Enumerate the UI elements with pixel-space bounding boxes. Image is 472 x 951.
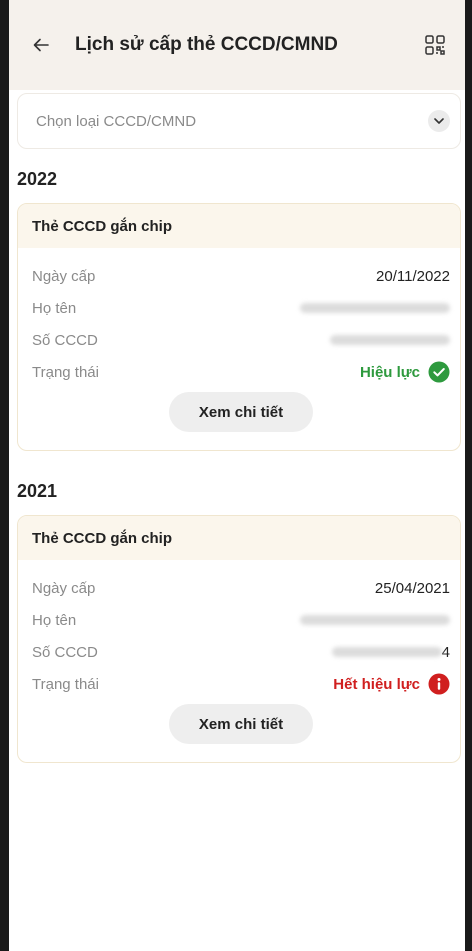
status-text: Hết hiệu lực (333, 675, 420, 693)
app-header: Lịch sử cấp thẻ CCCD/CMND (9, 0, 465, 90)
id-card-item: Thẻ CCCD gắn chip Ngày cấp 25/04/2021 Họ… (17, 515, 461, 763)
info-row: Số CCCD (32, 324, 450, 356)
info-row: Trạng thái Hiệu lực (32, 356, 450, 388)
select-placeholder: Chọn loại CCCD/CMND (36, 112, 197, 130)
main-content: Chọn loại CCCD/CMND 2022 Thẻ CCCD gắn ch… (9, 93, 465, 763)
id-number-visible-digit: 4 (441, 643, 450, 661)
card-title: Thẻ CCCD gắn chip (18, 516, 460, 560)
page-title: Lịch sử cấp thẻ CCCD/CMND (75, 34, 338, 55)
status-label: Trạng thái (32, 675, 99, 693)
id-number-redacted (331, 647, 442, 657)
year-heading: 2022 (17, 169, 58, 189)
card-body: Ngày cấp 20/11/2022 Họ tên Số CCCD Trạng… (18, 248, 460, 450)
status-label: Trạng thái (32, 363, 99, 381)
qr-scan-button[interactable] (417, 27, 453, 63)
arrow-left-icon (33, 38, 49, 52)
status-text: Hiệu lực (359, 363, 420, 381)
year-heading: 2021 (17, 481, 58, 501)
full-name-label: Họ tên (32, 299, 77, 317)
issue-date-value: 25/04/2021 (374, 579, 450, 597)
info-row: Ngày cấp 20/11/2022 (32, 260, 450, 292)
info-row: Họ tên (32, 292, 450, 324)
full-name-label: Họ tên (32, 611, 77, 629)
view-detail-button[interactable]: Xem chi tiết (169, 704, 313, 744)
full-name-redacted (300, 303, 450, 313)
info-row: Trạng thái Hết hiệu lực (32, 668, 450, 700)
info-row: Ngày cấp 25/04/2021 (32, 572, 450, 604)
id-number-value: 4 (331, 643, 450, 661)
issue-date-label: Ngày cấp (32, 267, 96, 285)
status-value: Hết hiệu lực (333, 673, 450, 695)
card-body: Ngày cấp 25/04/2021 Họ tên Số CCCD 4 Trạ… (18, 560, 460, 762)
info-row: Số CCCD 4 (32, 636, 450, 668)
card-title: Thẻ CCCD gắn chip (18, 204, 460, 248)
chevron-down-icon (428, 110, 450, 132)
id-number-label: Số CCCD (32, 331, 98, 349)
issue-date-value: 20/11/2022 (376, 267, 450, 285)
issue-date-label: Ngày cấp (32, 579, 96, 597)
card-type-select[interactable]: Chọn loại CCCD/CMND (17, 93, 461, 149)
id-number-redacted (330, 335, 450, 345)
view-detail-button[interactable]: Xem chi tiết (169, 392, 313, 432)
check-circle-icon (428, 361, 450, 383)
qr-code-icon (425, 35, 445, 55)
info-circle-icon (428, 673, 450, 695)
info-row: Họ tên (32, 604, 450, 636)
app-screen: Lịch sử cấp thẻ CCCD/CMND Chọn loại CCCD… (9, 0, 465, 951)
status-value: Hiệu lực (360, 361, 450, 383)
id-number-label: Số CCCD (32, 643, 98, 661)
id-card-item: Thẻ CCCD gắn chip Ngày cấp 20/11/2022 Họ… (17, 203, 461, 451)
back-button[interactable] (21, 25, 61, 65)
full-name-redacted (300, 615, 450, 625)
